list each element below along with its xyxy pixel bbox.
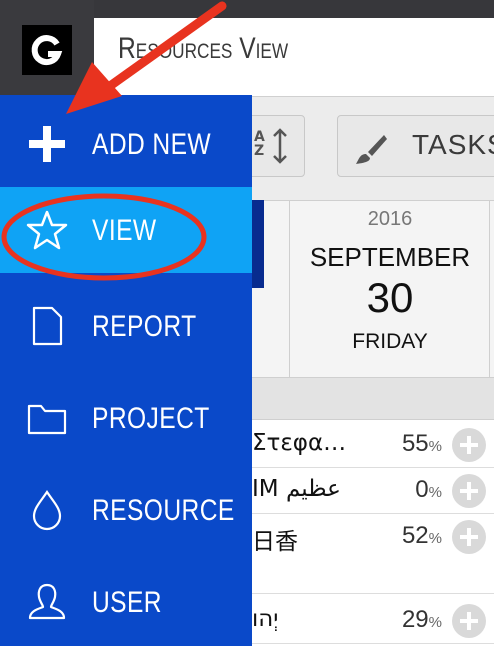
resource-name: IM عظيم	[252, 476, 341, 502]
menu-item-add-new[interactable]: ADD NEW	[0, 101, 252, 187]
resource-percent: 0%	[415, 476, 442, 503]
side-menu: ADD NEW VIEW REPORT PROJECT RESOURCE USE…	[0, 95, 252, 646]
resource-name: Στεφα…	[252, 430, 347, 456]
resource-name: יְהו	[252, 606, 279, 632]
logo-g-icon	[31, 35, 63, 66]
folder-icon	[27, 404, 67, 435]
logo-area	[0, 0, 94, 95]
drop-icon	[32, 490, 62, 531]
tasks-button[interactable]: TASKS	[337, 115, 494, 177]
calendar-month: SEPTEMBER	[309, 242, 471, 272]
menu-item-project[interactable]: PROJECT	[0, 375, 252, 461]
add-allocation-icon[interactable]	[452, 474, 486, 508]
app-logo[interactable]	[22, 25, 72, 75]
menu-item-label: ADD NEW	[92, 128, 212, 161]
calendar-weekday: FRIDAY	[352, 330, 428, 353]
sort-az-icon: AZ	[254, 129, 265, 159]
page-title: Resources View	[118, 32, 289, 65]
sort-arrows-icon	[273, 128, 287, 164]
resource-row[interactable]: Στεφα… 55%	[252, 422, 494, 468]
brush-icon	[356, 135, 387, 164]
add-allocation-icon[interactable]	[452, 428, 486, 462]
page-title-bar: Resources View	[94, 18, 494, 96]
resource-row[interactable]: IM عظيم 0%	[252, 468, 494, 514]
menu-item-label: PROJECT	[92, 402, 210, 435]
resource-percent: 55%	[401, 430, 442, 457]
menu-item-label: USER	[92, 586, 162, 619]
menu-item-report[interactable]: REPORT	[0, 283, 252, 369]
resource-row[interactable]: יְהו 29%	[252, 598, 494, 644]
resource-name: 日香	[252, 529, 298, 555]
calendar-column-date[interactable]: 2016 SEPTEMBER 30 FRIDAY	[290, 200, 490, 377]
user-icon	[28, 583, 66, 620]
menu-item-user[interactable]: USER	[0, 559, 252, 645]
plus-icon	[29, 126, 65, 162]
tasks-label: TASKS	[412, 129, 494, 160]
menu-item-view[interactable]: VIEW	[0, 187, 252, 273]
add-allocation-icon[interactable]	[452, 604, 486, 638]
resource-percent: 52%	[401, 522, 442, 549]
menu-item-resource[interactable]: RESOURCE	[0, 467, 252, 553]
calendar-year: 2016	[367, 208, 413, 230]
add-allocation-icon[interactable]	[452, 520, 486, 554]
resource-row[interactable]: 日香 52%	[252, 514, 494, 594]
resource-percent: 29%	[401, 606, 442, 633]
menu-item-label: VIEW	[92, 214, 157, 247]
document-icon	[32, 306, 63, 346]
menu-item-label: REPORT	[92, 310, 197, 343]
menu-item-label: RESOURCE	[92, 494, 235, 527]
calendar-day: 30	[366, 274, 414, 321]
star-icon	[26, 210, 68, 250]
